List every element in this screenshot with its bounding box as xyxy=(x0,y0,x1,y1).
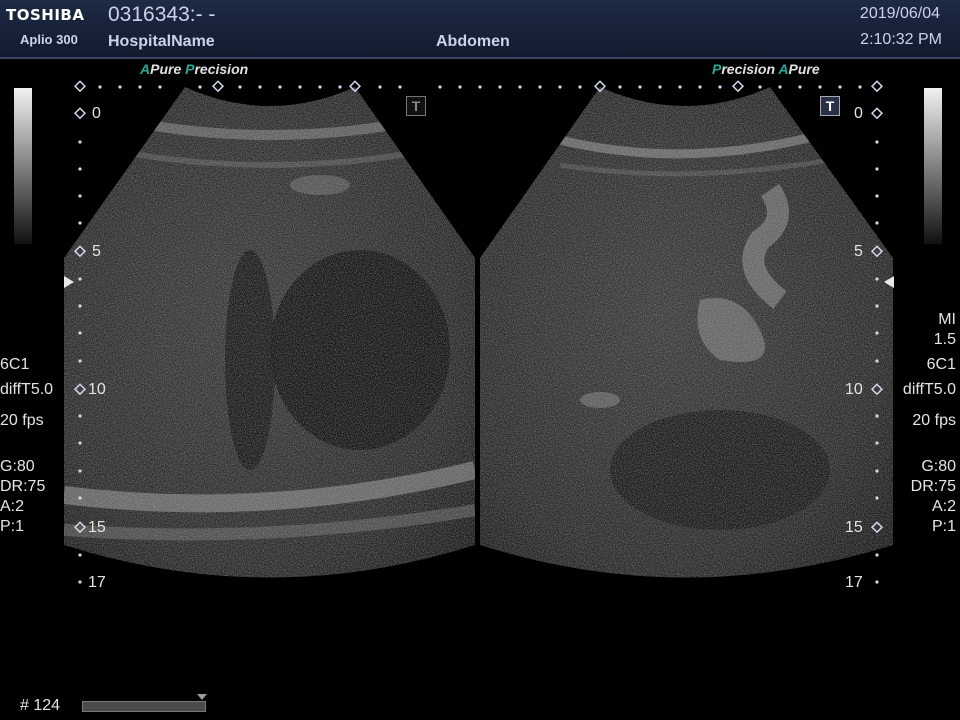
ultrasound-images xyxy=(64,80,893,584)
right-mi-label: MI xyxy=(938,311,956,328)
left-depth-5: 5 xyxy=(92,243,101,260)
right-freeze-toggle[interactable]: T xyxy=(820,96,840,116)
right-dynamic-range: DR:75 xyxy=(910,478,956,495)
left-freeze-toggle[interactable]: T xyxy=(406,96,426,116)
frame-number: # 124 xyxy=(20,697,61,714)
right-mode-tag: Precision APure xyxy=(712,61,820,77)
right-focus-marker[interactable] xyxy=(884,276,894,288)
left-mode-tag: APure Precision xyxy=(140,61,249,77)
left-p-setting: P:1 xyxy=(0,518,25,535)
right-mode: diffT5.0 xyxy=(902,381,956,398)
right-depth-5: 5 xyxy=(854,243,863,260)
right-mi-value: 1.5 xyxy=(933,331,956,348)
right-depth-10: 10 xyxy=(845,381,863,398)
left-a-setting: A:2 xyxy=(0,498,25,515)
left-depth-10: 10 xyxy=(88,381,106,398)
right-depth-15: 15 xyxy=(845,519,863,536)
left-depth-17: 17 xyxy=(88,574,106,591)
left-gain: G:80 xyxy=(0,458,35,475)
left-mode: diffT5.0 xyxy=(0,381,54,398)
right-depth-0: 0 xyxy=(854,105,863,122)
left-ultrasound-image xyxy=(64,87,475,578)
right-probe: 6C1 xyxy=(926,356,956,373)
right-grayscale-bar xyxy=(924,88,942,244)
cine-position-marker[interactable] xyxy=(197,694,207,700)
cine-bar[interactable] xyxy=(82,701,206,712)
left-grayscale-bar xyxy=(14,88,32,244)
left-focus-marker[interactable] xyxy=(64,276,74,288)
left-fps: 20 fps xyxy=(0,412,44,429)
right-gain: G:80 xyxy=(921,458,956,475)
right-p-setting: P:1 xyxy=(931,518,956,535)
left-depth-15: 15 xyxy=(88,519,106,536)
left-dynamic-range: DR:75 xyxy=(0,478,46,495)
left-depth-0: 0 xyxy=(92,105,101,122)
right-fps: 20 fps xyxy=(912,412,956,429)
right-depth-17: 17 xyxy=(845,574,863,591)
left-probe: 6C1 xyxy=(0,356,30,373)
right-a-setting: A:2 xyxy=(931,498,956,515)
right-ultrasound-image xyxy=(480,87,893,578)
